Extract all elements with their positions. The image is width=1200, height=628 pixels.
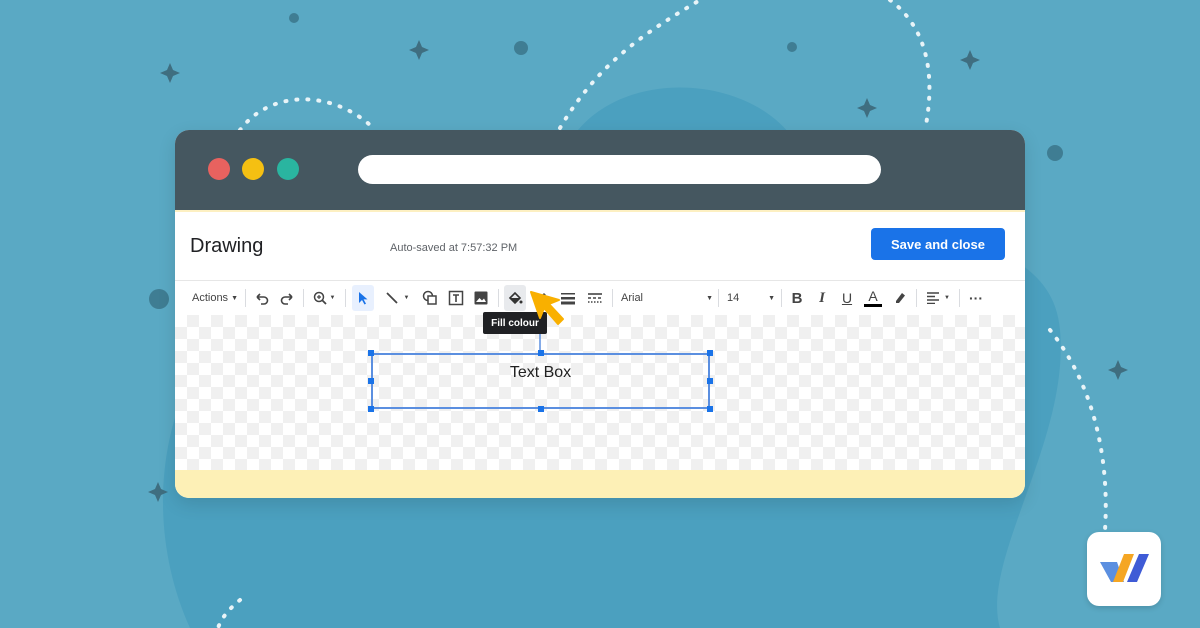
divider xyxy=(781,289,782,307)
select-icon[interactable] xyxy=(352,285,374,311)
textbox-icon[interactable] xyxy=(446,281,466,315)
resize-handle[interactable] xyxy=(538,406,544,412)
more-icon[interactable]: ··· xyxy=(965,281,987,315)
resize-handle[interactable] xyxy=(368,406,374,412)
resize-handle[interactable] xyxy=(538,350,544,356)
fill-color-icon[interactable] xyxy=(504,285,526,311)
divider xyxy=(345,289,346,307)
save-and-close-button[interactable]: Save and close xyxy=(871,228,1005,260)
resize-handle[interactable] xyxy=(707,350,713,356)
divider xyxy=(718,289,719,307)
resize-handle[interactable] xyxy=(368,350,374,356)
chevron-down-icon: ▼ xyxy=(231,294,238,302)
address-bar[interactable] xyxy=(358,155,881,184)
border-dash-icon[interactable] xyxy=(584,281,606,315)
bold-icon[interactable]: B xyxy=(787,281,807,315)
align-icon[interactable]: ▼ xyxy=(922,281,954,315)
zoom-icon[interactable]: ▼ xyxy=(309,281,339,315)
chevron-down-icon: ▼ xyxy=(403,295,410,301)
italic-icon[interactable]: I xyxy=(812,281,832,315)
line-icon[interactable]: ▼ xyxy=(379,281,415,315)
minimize-dot[interactable] xyxy=(242,158,264,180)
font-size-select[interactable]: 14 ▼ xyxy=(727,281,775,315)
undo-icon[interactable] xyxy=(252,281,272,315)
divider xyxy=(245,289,246,307)
divider xyxy=(612,289,613,307)
chevron-down-icon: ▼ xyxy=(944,295,950,301)
drawing-header: Drawing Auto-saved at 7:57:32 PM Save an… xyxy=(175,210,1025,282)
font-select[interactable]: Arial ▼ xyxy=(621,281,713,315)
page-title: Drawing xyxy=(190,235,264,257)
resize-handle[interactable] xyxy=(368,378,374,384)
underline-icon[interactable]: U xyxy=(837,281,857,315)
actions-label: Actions xyxy=(191,292,229,304)
divider xyxy=(498,289,499,307)
chevron-down-icon: ▼ xyxy=(706,294,713,302)
cursor-arrow-icon xyxy=(530,291,564,325)
divider xyxy=(916,289,917,307)
chevron-down-icon: ▼ xyxy=(329,295,336,301)
divider xyxy=(959,289,960,307)
highlight-icon[interactable] xyxy=(890,281,910,315)
brand-logo xyxy=(1087,532,1161,606)
maximize-dot[interactable] xyxy=(277,158,299,180)
resize-handle[interactable] xyxy=(707,378,713,384)
image-icon[interactable] xyxy=(471,281,491,315)
actions-menu[interactable]: Actions ▼ xyxy=(189,281,241,315)
resize-handle[interactable] xyxy=(707,406,713,412)
close-dot[interactable] xyxy=(208,158,230,180)
text-box-shape[interactable]: Text Box xyxy=(371,353,710,409)
shape-icon[interactable] xyxy=(420,281,440,315)
divider xyxy=(303,289,304,307)
text-color-icon[interactable]: A xyxy=(862,281,884,315)
font-name: Arial xyxy=(621,292,644,304)
browser-titlebar xyxy=(175,130,1025,210)
drawing-toolbar: Actions ▼ ▼ ▼ Arial ▼ 14 ▼ B I U A ▼ ··· xyxy=(175,280,1025,316)
redo-icon[interactable] xyxy=(277,281,297,315)
w-logo-icon xyxy=(1100,554,1149,582)
browser-window: Drawing Auto-saved at 7:57:32 PM Save an… xyxy=(175,130,1025,498)
text-box-content[interactable]: Text Box xyxy=(373,364,708,382)
autosave-status: Auto-saved at 7:57:32 PM xyxy=(390,242,518,254)
chevron-down-icon: ▼ xyxy=(768,294,775,302)
window-footer xyxy=(175,470,1025,498)
font-size-value: 14 xyxy=(727,292,740,304)
